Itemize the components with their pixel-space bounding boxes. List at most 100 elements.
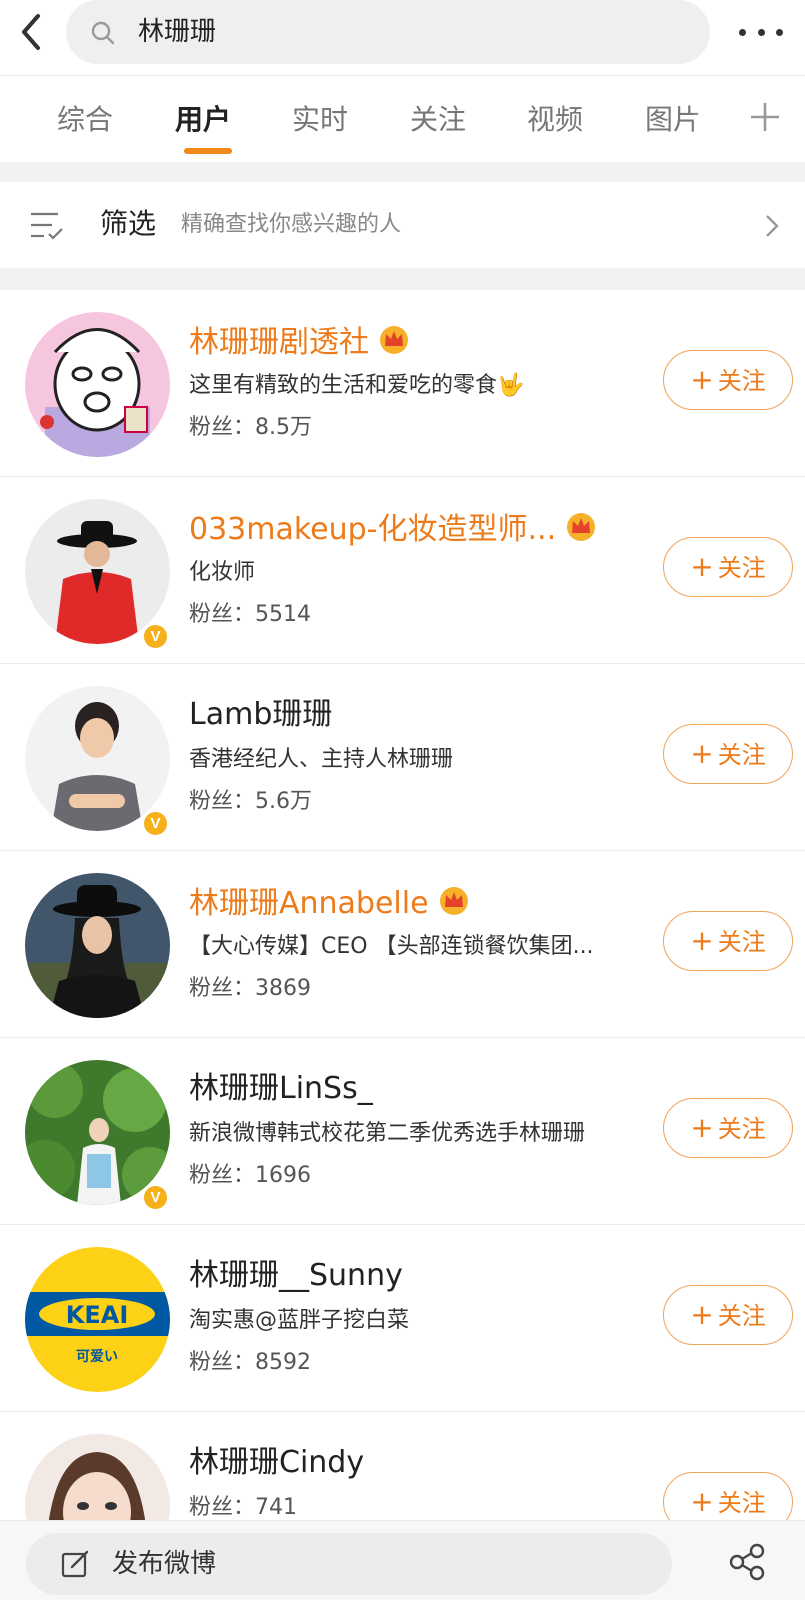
add-tab-icon[interactable] — [748, 100, 782, 134]
crown-icon — [439, 887, 468, 915]
plus-icon: + — [690, 737, 714, 770]
verified-badge-icon: V — [142, 1184, 169, 1211]
compose-label: 发布微博 — [112, 1549, 217, 1579]
follow-label: 关注 — [717, 741, 766, 769]
user-name-text: 林珊珊LinSs_ — [189, 1071, 373, 1106]
crown-icon — [380, 326, 408, 354]
user-name[interactable]: 林珊珊剧透社 — [189, 322, 411, 362]
follow-label: 关注 — [717, 928, 766, 956]
user-bio: 新浪微博韩式校花第二季优秀选手林珊珊 — [189, 1121, 586, 1146]
user-name-text: 林珊珊__Sunny — [189, 1258, 403, 1293]
user-name[interactable]: 033makeup-化妆造型师... — [189, 509, 598, 549]
follow-button[interactable]: + 关注 — [663, 911, 793, 971]
logo-subtitle-text: 可爱い — [76, 1349, 118, 1365]
user-name[interactable]: 林珊珊__Sunny — [189, 1257, 403, 1295]
user-row[interactable]: V Lamb珊珊 香港经纪人、主持人林珊珊 粉丝：5.6万 + 关注 — [0, 664, 805, 851]
avatar[interactable] — [25, 499, 170, 644]
active-tab-indicator — [184, 148, 232, 154]
search-header: 林珊珊 — [0, 0, 805, 76]
compose-post-button[interactable]: 发布微博 — [26, 1533, 672, 1595]
follow-button[interactable]: + 关注 — [663, 537, 793, 597]
user-bio: 香港经纪人、主持人林珊珊 — [189, 747, 454, 772]
avatar-logo-image: KEAI 可爱い — [25, 1247, 170, 1392]
user-name[interactable]: 林珊珊Cindy — [189, 1444, 364, 1482]
follower-count: 粉丝：3869 — [189, 976, 311, 1001]
follower-count: 粉丝：8.5万 — [189, 415, 312, 440]
plus-icon: + — [690, 924, 714, 957]
user-bio: 化妆师 — [189, 560, 256, 585]
avatar-photo-image — [25, 499, 170, 644]
user-name-text: Lamb珊珊 — [189, 697, 333, 732]
user-row[interactable]: V 林珊珊LinSs_ 新浪微博韩式校花第二季优秀选手林珊珊 粉丝：1696 +… — [0, 1038, 805, 1225]
user-bio: 淘实惠@蓝胖子挖白菜 — [189, 1308, 410, 1333]
filter-description: 精确查找你感兴趣的人 — [181, 212, 402, 237]
tab-following[interactable]: 关注 — [410, 102, 466, 138]
tab-realtime[interactable]: 实时 — [292, 102, 348, 138]
chevron-right-icon — [766, 215, 779, 237]
plus-icon: + — [690, 1298, 714, 1331]
verified-badge-icon: V — [142, 623, 169, 650]
user-name[interactable]: 林珊珊LinSs_ — [189, 1070, 373, 1108]
user-row[interactable]: 林珊珊Cindy 粉丝：741 + 关注 — [0, 1412, 805, 1579]
follow-button[interactable]: + 关注 — [663, 350, 793, 410]
user-row[interactable]: V 033makeup-化妆造型师... 化妆师 粉丝：5514 + 关注 — [0, 477, 805, 664]
edit-icon — [61, 1550, 89, 1578]
user-row[interactable]: KEAI 可爱い 林珊珊__Sunny 淘实惠@蓝胖子挖白菜 粉丝：8592 +… — [0, 1225, 805, 1412]
avatar-photo-image — [25, 686, 170, 831]
logo-brand-text: KEAI — [66, 1301, 129, 1329]
more-options-button[interactable] — [739, 18, 783, 46]
verified-badge-icon: V — [142, 810, 169, 837]
more-dot-icon — [757, 28, 765, 36]
follow-label: 关注 — [717, 1115, 766, 1143]
tab-users[interactable]: 用户 — [175, 102, 231, 138]
follow-label: 关注 — [717, 1489, 766, 1517]
follow-button[interactable]: + 关注 — [663, 1285, 793, 1345]
avatar-photo-image — [25, 873, 170, 1018]
avatar[interactable] — [25, 312, 170, 457]
search-tabs: 综合 用户 实时 关注 视频 图片 — [0, 76, 805, 162]
plus-icon: + — [690, 1111, 714, 1144]
user-name-text: 033makeup-化妆造型师... — [189, 512, 557, 547]
search-query: 林珊珊 — [138, 17, 217, 47]
crown-icon — [567, 513, 596, 541]
follow-label: 关注 — [717, 367, 766, 395]
section-divider — [0, 268, 805, 290]
follow-label: 关注 — [717, 554, 766, 582]
follow-button[interactable]: + 关注 — [663, 1098, 793, 1158]
avatar-photo-image — [25, 1060, 170, 1205]
back-button[interactable] — [14, 10, 50, 54]
user-row[interactable]: 林珊珊Annabelle 【大心传媒】CEO 【头部连锁餐饮集团... 粉丝：3… — [0, 851, 805, 1038]
filter-row[interactable]: 筛选 精确查找你感兴趣的人 — [0, 182, 805, 268]
search-input[interactable]: 林珊珊 — [66, 0, 710, 64]
tab-fade-overlay — [690, 90, 742, 150]
follower-count: 粉丝：5.6万 — [189, 789, 312, 814]
avatar[interactable]: KEAI 可爱い — [25, 1247, 170, 1392]
user-name[interactable]: Lamb珊珊 — [189, 696, 332, 734]
follow-button[interactable]: + 关注 — [663, 724, 793, 784]
share-icon[interactable] — [728, 1543, 766, 1581]
user-bio: 这里有精致的生活和爱吃的零食🤟 — [189, 373, 525, 398]
plus-icon: + — [690, 363, 714, 396]
more-dot-icon — [776, 28, 783, 36]
plus-icon: + — [690, 550, 714, 583]
follower-count: 粉丝：8592 — [189, 1350, 311, 1375]
tab-video[interactable]: 视频 — [527, 102, 583, 138]
user-results-list: 林珊珊剧透社 这里有精致的生活和爱吃的零食🤟 粉丝：8.5万 + 关注 V 033… — [0, 290, 805, 1579]
filter-list-icon — [31, 212, 63, 240]
follow-label: 关注 — [717, 1302, 766, 1330]
user-name-text: 林珊珊Cindy — [189, 1445, 365, 1480]
avatar[interactable] — [25, 1060, 170, 1205]
avatar[interactable] — [25, 686, 170, 831]
user-name-text: 林珊珊剧透社 — [189, 325, 369, 360]
tab-comprehensive[interactable]: 综合 — [57, 102, 113, 138]
user-name[interactable]: 林珊珊Annabelle — [189, 883, 471, 923]
follower-count: 粉丝：741 — [189, 1495, 297, 1520]
user-bio: 【大心传媒】CEO 【头部连锁餐饮集团... — [189, 934, 594, 959]
bottom-bar: 发布微博 — [0, 1520, 805, 1600]
avatar[interactable] — [25, 873, 170, 1018]
user-name-text: 林珊珊Annabelle — [189, 886, 429, 921]
follower-count: 粉丝：1696 — [189, 1163, 311, 1188]
user-row[interactable]: 林珊珊剧透社 这里有精致的生活和爱吃的零食🤟 粉丝：8.5万 + 关注 — [0, 290, 805, 477]
follower-count: 粉丝：5514 — [189, 602, 311, 627]
avatar-cartoon-image — [25, 312, 170, 457]
